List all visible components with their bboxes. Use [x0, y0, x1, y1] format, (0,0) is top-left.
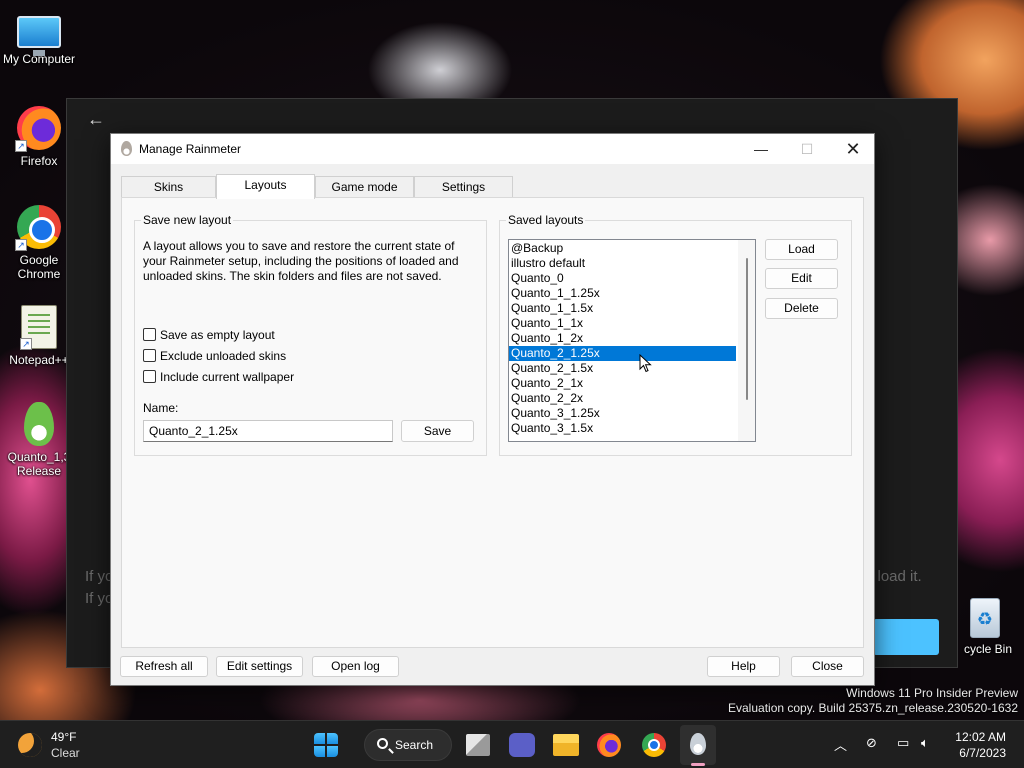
window-title: Manage Rainmeter — [139, 142, 242, 156]
checkbox-box[interactable] — [143, 328, 156, 341]
save-layout-button[interactable]: Save — [401, 420, 474, 442]
tab-game-mode[interactable]: Game mode — [315, 176, 414, 198]
exclude-unloaded-checkbox[interactable]: Exclude unloaded skins — [143, 349, 286, 365]
volume-icon[interactable]: 🔈︎ — [921, 735, 929, 751]
windows-watermark-line2: Evaluation copy. Build 25375.zn_release.… — [728, 701, 1018, 715]
network-offline-icon[interactable]: ⊘ — [866, 735, 877, 751]
tab-settings[interactable]: Settings — [414, 176, 513, 198]
list-item[interactable]: Quanto_1_1.5x — [509, 301, 755, 316]
minimize-button[interactable]: — — [738, 134, 784, 164]
help-button[interactable]: Help — [707, 656, 780, 677]
refresh-all-button[interactable]: Refresh all — [120, 656, 208, 677]
save-as-empty-checkbox[interactable]: Save as empty layout — [143, 328, 275, 344]
active-app-indicator — [691, 763, 705, 766]
list-item[interactable]: Quanto_2_2x — [509, 391, 755, 406]
tab-skins[interactable]: Skins — [121, 176, 216, 198]
close-window-button[interactable]: ✕ — [830, 134, 876, 164]
checkbox-label: Exclude unloaded skins — [160, 349, 287, 363]
edit-settings-button[interactable]: Edit settings — [216, 656, 303, 677]
display-icon[interactable]: ▭ — [897, 735, 909, 751]
notepad-icon: ↗ — [20, 305, 57, 350]
saved-layouts-group: Saved layouts @Backup illustro default Qua… — [499, 213, 852, 456]
list-scrollbar[interactable] — [738, 240, 755, 441]
close-button[interactable]: Close — [791, 656, 864, 677]
clock-date: 6/7/2023 — [959, 746, 1006, 760]
file-explorer-icon[interactable] — [553, 734, 579, 756]
maximize-button[interactable]: ☐ — [784, 134, 830, 164]
list-item[interactable]: illustro default — [509, 256, 755, 271]
group-title: Save new layout — [141, 213, 234, 227]
scrollbar-thumb[interactable] — [746, 258, 748, 400]
list-item[interactable]: Quanto_3_1.25x — [509, 406, 755, 421]
taskbar-chrome-icon[interactable] — [642, 733, 666, 757]
saved-layouts-list[interactable]: @Backup illustro default Quanto_0 Quanto_1_… — [508, 239, 756, 442]
open-log-button[interactable]: Open log — [312, 656, 399, 677]
list-item-selected[interactable]: Quanto_2_1.25x — [509, 346, 736, 361]
weather-description[interactable]: Clear — [51, 746, 80, 760]
list-item[interactable]: Quanto_2_1.5x — [509, 361, 755, 376]
list-item[interactable]: Quanto_1_1x — [509, 316, 755, 331]
search-label: Search — [395, 738, 434, 752]
search-icon — [377, 738, 388, 749]
start-button-windows-icon[interactable] — [314, 733, 338, 757]
name-label: Name: — [143, 401, 179, 415]
task-view-icon[interactable] — [466, 734, 490, 756]
list-item[interactable]: Quanto_1_2x — [509, 331, 755, 346]
manage-rainmeter-dialog: Manage Rainmeter — ☐ ✕ Skins Layouts Gam… — [110, 133, 875, 686]
title-bar[interactable]: Manage Rainmeter — ☐ ✕ — [111, 134, 874, 164]
taskbar-search-button[interactable]: Search — [364, 729, 452, 761]
moon-weather-icon[interactable] — [18, 733, 42, 757]
layout-description: A layout allows you to save and restore … — [143, 239, 459, 283]
desktop-icon-label: Google Chrome — [17, 253, 61, 281]
recycle-bin-icon: ♻ — [970, 598, 1000, 638]
weather-temperature[interactable]: 49°F — [51, 730, 76, 744]
windows-watermark-line1: Windows 11 Pro Insider Preview — [846, 686, 1018, 700]
taskbar-rainmeter-icon[interactable] — [690, 733, 706, 755]
checkbox-box[interactable] — [143, 349, 156, 362]
clock-time: 12:02 AM — [955, 730, 1006, 744]
list-item[interactable]: Quanto_3_1.5x — [509, 421, 755, 436]
include-wallpaper-checkbox[interactable]: Include current wallpaper — [143, 370, 294, 386]
background-accent-button[interactable] — [873, 619, 939, 655]
chat-icon[interactable] — [509, 733, 535, 757]
list-item[interactable]: Quanto_1_1.25x — [509, 286, 755, 301]
shortcut-arrow-icon: ↗ — [20, 338, 32, 350]
edit-layout-button[interactable]: Edit — [765, 268, 838, 289]
rainmeter-app-icon — [121, 141, 132, 156]
monitor-icon — [17, 16, 61, 56]
tab-layouts[interactable]: Layouts — [216, 174, 315, 199]
desktop-icon-my-computer[interactable]: My Computer — [0, 10, 78, 66]
list-item[interactable]: Quanto_0 — [509, 271, 755, 286]
tab-strip: Skins Layouts Game mode Settings — [121, 174, 863, 199]
shortcut-arrow-icon: ↗ — [15, 239, 27, 251]
list-item[interactable]: @Backup — [509, 241, 755, 256]
taskbar: 49°F Clear Search ︿ ⊘ ▭ 🔈︎ 12:02 AM 6/7/… — [0, 720, 1024, 768]
checkbox-label: Save as empty layout — [160, 328, 275, 342]
firefox-icon: ↗ — [15, 106, 61, 152]
save-new-layout-group: Save new layout A layout allows you to s… — [134, 213, 487, 456]
back-arrow-icon[interactable]: ← — [87, 109, 105, 130]
list-item[interactable]: Quanto_2_1x — [509, 376, 755, 391]
desktop-icon-label: Quanto_1,3 Release — [7, 450, 71, 478]
system-clock[interactable]: 12:02 AM 6/7/2023 — [955, 729, 1006, 761]
shortcut-arrow-icon: ↗ — [15, 140, 27, 152]
layouts-tab-page: Save new layout A layout allows you to s… — [121, 197, 864, 648]
show-hidden-icons-chevron-icon[interactable]: ︿ — [834, 735, 847, 754]
rainmeter-drop-icon — [24, 402, 54, 446]
delete-layout-button[interactable]: Delete — [765, 298, 838, 319]
checkbox-label: Include current wallpaper — [160, 370, 295, 384]
taskbar-firefox-icon[interactable] — [597, 733, 621, 757]
layout-list-items: @Backup illustro default Quanto_0 Quanto_1_… — [509, 240, 755, 436]
chrome-icon: ↗ — [15, 205, 61, 251]
layout-name-input[interactable]: Quanto_2_1.25x — [143, 420, 393, 442]
load-layout-button[interactable]: Load — [765, 239, 838, 260]
group-title: Saved layouts — [506, 213, 586, 227]
checkbox-box[interactable] — [143, 370, 156, 383]
